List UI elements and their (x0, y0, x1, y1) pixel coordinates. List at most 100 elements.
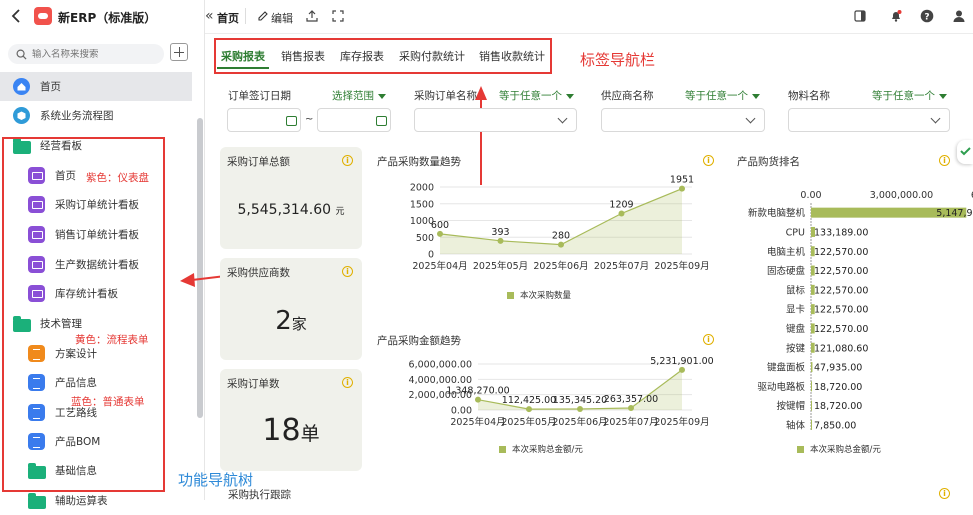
sidebar-item-label: 首页 (40, 81, 61, 93)
y-tick-label: 1500 (410, 199, 434, 210)
kpi-card-supplier-count: 采购供应商数 i 2家 (220, 258, 362, 360)
data-point (437, 230, 443, 237)
y-tick-label: 4,000,000.00 (409, 375, 472, 386)
data-label: 263,357.00 (604, 394, 658, 405)
layout-panel-icon[interactable] (853, 9, 867, 23)
sidebar-header: 新ERP（标准版） (0, 0, 205, 34)
info-icon[interactable]: i (703, 334, 714, 345)
sidebar-item-home[interactable]: 首页 (0, 72, 192, 101)
data-label: 18,720.00 (814, 382, 862, 393)
data-point (679, 185, 685, 192)
caret-down-icon (752, 93, 760, 99)
fullscreen-icon[interactable] (331, 9, 345, 23)
supplier-select[interactable] (601, 108, 765, 132)
x-tick-label: 2025年09月 (654, 260, 709, 272)
annotation-purple: 紫色：仪表盘 (86, 172, 149, 184)
y-tick-label: 键盘面板 (767, 362, 806, 374)
filter-order-label: 采购订单名称 (414, 90, 477, 102)
filter-supplier-mode[interactable]: 等于任意一个 (685, 88, 760, 103)
svg-text:?: ? (924, 13, 929, 23)
data-label: 7,850.00 (814, 420, 856, 431)
info-icon[interactable]: i (342, 377, 353, 388)
top-bar: « 首页 编辑 ? (205, 0, 973, 34)
info-icon[interactable]: i (342, 266, 353, 277)
divider (245, 8, 246, 24)
tab-bar-highlight-box (214, 38, 552, 74)
chart-legend: 本次采购总金额/元 (499, 443, 583, 455)
y-tick-label: 轴体 (786, 419, 806, 431)
y-tick-label: 0.00 (451, 406, 472, 417)
chart-title: 产品购货排名 (737, 156, 800, 168)
info-icon[interactable]: i (703, 155, 714, 166)
filter-order-mode[interactable]: 等于任意一个 (499, 88, 574, 103)
data-label: 122,570.00 (814, 247, 868, 258)
help-icon[interactable]: ? (920, 9, 934, 23)
back-arrow-icon[interactable] (9, 8, 23, 24)
chevron-down-icon (745, 113, 756, 124)
data-label: 5,231,901.00 (650, 356, 713, 367)
data-point (558, 241, 564, 248)
home-icon (13, 78, 30, 95)
info-icon[interactable]: i (939, 155, 950, 166)
collapse-sidebar-icon[interactable]: « (205, 8, 214, 24)
data-label: 18,720.00 (814, 401, 862, 412)
filter-material-label: 物料名称 (788, 90, 830, 102)
share-icon[interactable] (305, 9, 319, 23)
bar (811, 400, 812, 411)
side-widget-tab[interactable] (957, 140, 973, 164)
data-label: 122,570.00 (814, 266, 868, 277)
notification-bell-icon[interactable] (889, 9, 903, 23)
annotation-yellow: 黄色：流程表单 (75, 334, 149, 346)
caret-down-icon (378, 93, 386, 99)
data-label: 135,345.20 (553, 395, 607, 406)
order-name-select[interactable] (414, 108, 577, 132)
kpi-card-total-amount: 采购订单总额 i 5,545,314.60 元 (220, 147, 362, 249)
date-end-input[interactable] (317, 108, 391, 132)
breadcrumb-home[interactable]: 首页 (217, 10, 239, 26)
data-point (526, 406, 532, 413)
sidebar-item-flowchart[interactable]: 系统业务流程图 (0, 101, 192, 130)
filter-date-label: 订单签订日期 (228, 90, 291, 102)
y-tick-label: 2000 (410, 183, 434, 194)
y-tick-label: 按键 (786, 342, 806, 354)
y-tick-label: CPU (786, 227, 805, 238)
add-icon[interactable] (170, 43, 188, 61)
info-icon[interactable]: i (342, 155, 353, 166)
kpi-title: 采购供应商数 (227, 267, 290, 279)
y-tick-label: 6,000,000.00 (409, 360, 472, 371)
sidebar-search[interactable] (8, 44, 164, 64)
x-tick-label: 0.00 (800, 190, 821, 201)
data-point (577, 405, 583, 412)
bar (811, 381, 812, 392)
box-icon (13, 107, 30, 124)
x-tick-label: 2025年04月 (412, 260, 467, 272)
x-tick-label: 2025年04月 (450, 416, 505, 428)
data-label: 393 (491, 227, 509, 238)
data-point (628, 404, 634, 411)
y-tick-label: 新款电脑整机 (748, 207, 806, 219)
nav-tree-highlight-box (2, 137, 165, 492)
material-select[interactable] (788, 108, 950, 132)
date-start-input[interactable] (227, 108, 301, 132)
folder-icon (28, 493, 46, 509)
kpi-value: 2家 (275, 306, 307, 336)
y-tick-label: 驱动电路板 (757, 381, 805, 393)
y-tick-label: 鼠标 (786, 284, 806, 296)
info-icon[interactable]: i (939, 488, 950, 499)
search-input[interactable] (32, 48, 152, 60)
filter-date-mode[interactable]: 选择范围 (332, 88, 386, 103)
y-tick-label: 键盘 (786, 323, 806, 335)
data-point (497, 237, 504, 244)
x-tick-label: 2025年07月 (594, 260, 649, 272)
caret-down-icon (566, 93, 574, 99)
chart-legend: 本次采购总金额/元 (797, 443, 881, 455)
search-icon (16, 49, 27, 60)
calendar-icon (286, 116, 297, 126)
sidebar-scrollbar[interactable] (197, 118, 203, 418)
y-tick-label: 显卡 (786, 304, 806, 316)
data-label: 600 (431, 220, 449, 231)
filter-material-mode[interactable]: 等于任意一个 (872, 88, 947, 103)
y-tick-label: 按键帽 (776, 400, 805, 412)
user-icon[interactable] (952, 9, 966, 23)
edit-button[interactable]: 编辑 (271, 10, 293, 26)
